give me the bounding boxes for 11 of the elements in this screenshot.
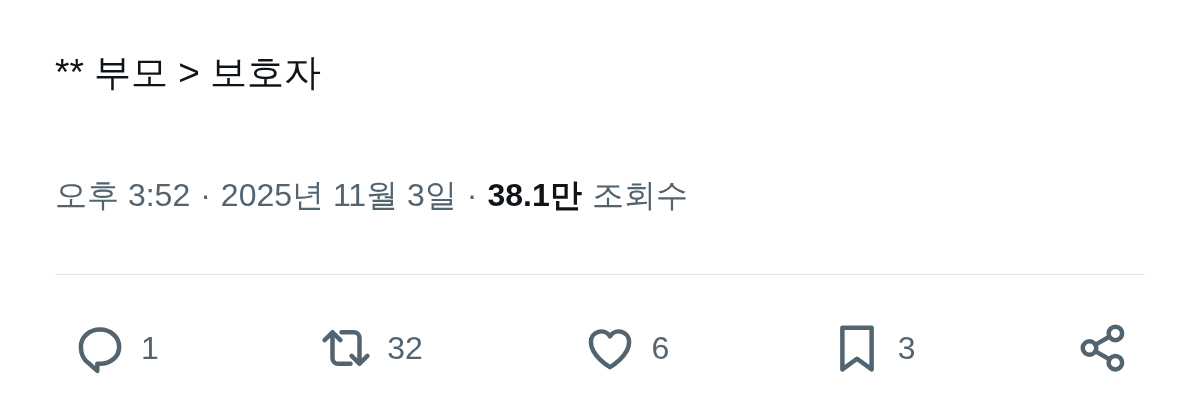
repost-button[interactable]: 32 — [319, 321, 423, 375]
view-count: 38.1만 — [487, 176, 582, 215]
view-label: 조회수 — [591, 176, 688, 215]
tweet-text: ** 부모 > 보호자 — [55, 51, 323, 95]
like-button[interactable]: 6 — [583, 321, 670, 375]
bookmark-button[interactable]: 3 — [829, 321, 916, 375]
separator-dot: · — [466, 176, 478, 215]
separator-dot: · — [200, 176, 211, 215]
post-time[interactable]: 오후 3:52 — [55, 173, 191, 217]
reply-button[interactable]: 1 — [73, 321, 159, 375]
post-date[interactable]: 2025년 11월 3일 — [220, 173, 457, 217]
